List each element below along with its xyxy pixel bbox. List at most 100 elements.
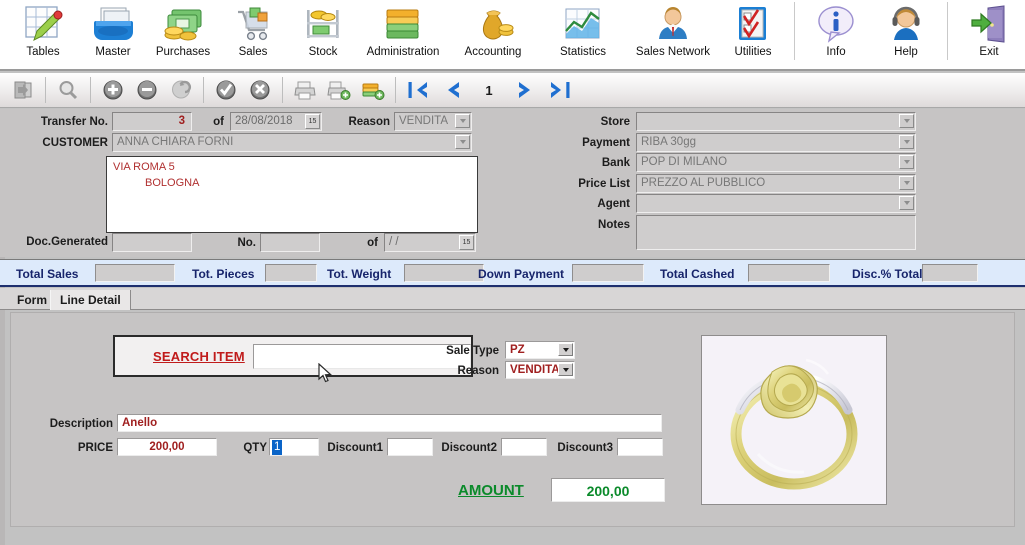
tot-weight-field[interactable] (404, 264, 484, 282)
close-record-button[interactable] (6, 75, 40, 105)
transfer-no-field[interactable]: 3 (112, 112, 192, 131)
ribbon-item-label: Exit (979, 46, 999, 58)
chevron-down-icon[interactable] (899, 155, 914, 169)
doc-of-label: of (367, 237, 378, 249)
prev-record-button[interactable] (435, 75, 469, 105)
chevron-down-icon[interactable] (455, 135, 470, 149)
amount-label: AMOUNT (458, 482, 524, 499)
calendar-icon[interactable]: 15 (459, 235, 474, 250)
confirm-button[interactable] (209, 75, 243, 105)
ribbon-item-statistics[interactable]: Statistics (538, 0, 628, 69)
chevron-down-icon[interactable] (558, 363, 573, 376)
doc-no-field[interactable] (260, 233, 320, 252)
printer-add-icon (327, 81, 351, 100)
ribbon-item-sales-network[interactable]: Sales Network (628, 0, 718, 69)
ribbon-item-administration[interactable]: Administration (358, 0, 448, 69)
ribbon-item-utilities[interactable]: Utilities (718, 0, 788, 69)
tab-form[interactable]: Form (8, 290, 56, 310)
transfer-no-label: Transfer No. (40, 116, 108, 128)
businessman-icon (651, 2, 695, 46)
qty-label: QTY (243, 442, 267, 454)
customer-combo[interactable]: ANNA CHIARA FORNI (112, 133, 472, 152)
bank-combo[interactable]: POP DI MILANO (636, 153, 916, 172)
ribbon-item-label: Purchases (155, 46, 211, 58)
ribbon-item-info[interactable]: Info (801, 0, 871, 69)
calendar-icon[interactable]: 15 (305, 114, 320, 129)
payment-combo[interactable]: RIBA 30gg (636, 133, 916, 152)
store-combo-value (636, 112, 916, 131)
chevron-down-icon[interactable] (899, 176, 914, 190)
add-record-button[interactable] (96, 75, 130, 105)
ribbon-item-help[interactable]: Help (871, 0, 941, 69)
ribbon-item-exit[interactable]: Exit (954, 0, 1024, 69)
store-label: Store (600, 116, 630, 128)
ribbon-item-stock[interactable]: Stock (288, 0, 358, 69)
price-field[interactable]: 200,00 (117, 438, 217, 456)
search-item-label[interactable]: SEARCH ITEM (153, 349, 245, 364)
reason-combo[interactable]: VENDITA (394, 112, 472, 131)
last-record-button[interactable] (543, 75, 577, 105)
price-label: PRICE (77, 442, 113, 454)
next-record-button[interactable] (509, 75, 543, 105)
agent-combo[interactable] (636, 194, 916, 213)
minus-circle-icon (137, 80, 157, 100)
ribbon-item-label: Utilities (734, 46, 772, 58)
product-image[interactable] (701, 335, 887, 505)
ribbon-item-sales[interactable]: Sales (218, 0, 288, 69)
application-window: Tables Master Purchases Sales Stock Admi… (0, 0, 1025, 545)
detail-reason-combo[interactable]: VENDITA (505, 361, 575, 379)
ribbon-item-purchases[interactable]: Purchases (148, 0, 218, 69)
ribbon-item-accounting[interactable]: Accounting (448, 0, 538, 69)
tot-weight-label: Tot. Weight (327, 267, 392, 281)
chevron-down-icon[interactable] (899, 135, 914, 149)
checklist-icon (732, 2, 774, 46)
doc-generated-field[interactable] (112, 233, 192, 252)
print-preview-button[interactable] (322, 75, 356, 105)
detail-reason-label: Reason (457, 365, 499, 377)
totals-summary-bar: Total Sales Tot. Pieces Tot. Weight Down… (0, 259, 1025, 287)
delete-record-button[interactable] (130, 75, 164, 105)
ribbon-item-label: Sales (238, 46, 268, 58)
chevron-down-icon[interactable] (899, 196, 914, 210)
cancel-button[interactable] (243, 75, 277, 105)
disc-total-field[interactable] (922, 264, 978, 282)
price-list-label: Price List (578, 178, 630, 190)
discount3-field[interactable] (617, 438, 663, 456)
address-line-2: BOLOGNA (145, 177, 200, 189)
first-record-button[interactable] (401, 75, 435, 105)
down-payment-label: Down Payment (478, 267, 565, 281)
amount-field: 200,00 (551, 478, 665, 502)
down-payment-field[interactable] (572, 264, 644, 282)
ribbon-item-label: Accounting (464, 46, 522, 58)
main-toolbar-ribbon: Tables Master Purchases Sales Stock Admi… (0, 0, 1025, 71)
ribbon-item-master[interactable]: Master (78, 0, 148, 69)
tot-pieces-field[interactable] (265, 264, 317, 282)
price-list-combo[interactable]: PREZZO AL PUBBLICO (636, 174, 916, 193)
ribbon-item-tables[interactable]: Tables (8, 0, 78, 69)
books-stack-icon (381, 2, 425, 46)
chevron-down-icon[interactable] (455, 114, 470, 128)
undo-circle-icon (172, 80, 191, 99)
chevron-down-icon[interactable] (558, 343, 573, 356)
undo-button[interactable] (164, 75, 198, 105)
ribbon-item-label: Administration (366, 46, 440, 58)
chevron-down-icon[interactable] (899, 114, 914, 128)
sale-type-combo[interactable]: PZ (505, 341, 575, 359)
search-button[interactable] (51, 75, 85, 105)
description-field[interactable]: Anello (117, 414, 662, 432)
customer-address-box[interactable]: VIA ROMA 5 BOLOGNA (106, 156, 478, 233)
ribbon-item-label: Master (95, 46, 131, 58)
total-cashed-field[interactable] (748, 264, 830, 282)
plus-circle-icon (103, 80, 123, 100)
store-combo[interactable] (636, 112, 916, 131)
search-item-box: SEARCH ITEM (113, 335, 473, 377)
tab-line-detail[interactable]: Line Detail (50, 290, 131, 310)
record-navigation-toolbar: 1 (0, 73, 1025, 108)
doc-no-label: No. (237, 237, 256, 249)
tab-strip: Form Line Detail (0, 288, 1025, 310)
notes-field[interactable] (636, 215, 916, 250)
export-button[interactable] (356, 75, 390, 105)
card-file-box-icon (92, 2, 134, 46)
total-sales-field[interactable] (95, 264, 175, 282)
print-button[interactable] (288, 75, 322, 105)
